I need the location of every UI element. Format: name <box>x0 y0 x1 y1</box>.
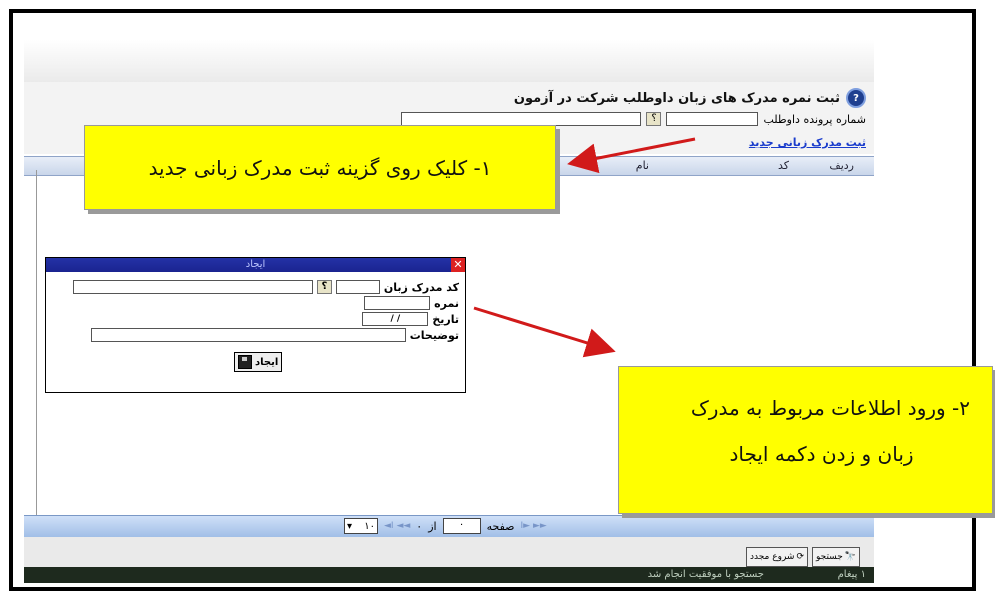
callout-step-2: ۲- ورود اطلاعات مربوط به مدرک زبان و زدن… <box>618 366 993 514</box>
callout-step-2-line-1: ۲- ورود اطلاعات مربوط به مدرک <box>690 396 970 420</box>
callout-step-1: ۱- کلیک روی گزینه ثبت مدرک زبانی جدید <box>84 125 556 210</box>
callout-step-2-line-2: زبان و زدن دکمه ایجاد <box>729 442 914 466</box>
callout-step-1-text: ۱- کلیک روی گزینه ثبت مدرک زبانی جدید <box>148 155 492 180</box>
arrow-to-new-link <box>567 137 696 174</box>
arrow-to-dialog <box>473 306 616 358</box>
